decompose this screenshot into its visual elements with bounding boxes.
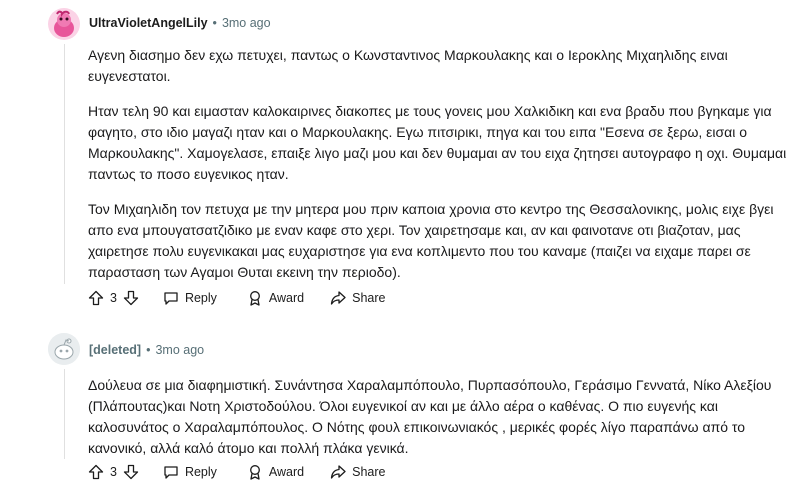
comment-author[interactable]: UltraVioletAngelLily [89, 16, 208, 30]
reply-button[interactable]: Reply [155, 284, 225, 312]
share-label: Share [352, 465, 386, 479]
user-avatar[interactable] [48, 333, 80, 365]
upvote-icon[interactable] [88, 290, 104, 306]
comment-actions: 3 Reply Award Share [84, 284, 394, 312]
award-label: Award [268, 291, 305, 305]
comment-body: Αγενη διασημο δεν εχω πετυχει, παντως ο … [88, 45, 793, 297]
comment-timestamp[interactable]: 3mo ago [222, 16, 271, 30]
speech-bubble-icon [164, 466, 178, 479]
comment-timestamp[interactable]: 3mo ago [155, 343, 204, 357]
downvote-icon[interactable] [123, 290, 139, 306]
pink-snoo-avatar-icon [48, 8, 80, 40]
deleted-user-avatar-icon [48, 333, 80, 365]
reply-label: Reply [184, 291, 217, 305]
comment-paragraph: Δούλευα σε μια διαφημιστική. Συνάντησα Χ… [88, 377, 772, 456]
downvote-icon[interactable] [123, 464, 139, 480]
comment-paragraph: Τον Μιχαηλιδη τον πετυχα με την μητερα μ… [88, 201, 774, 280]
award-medal-icon [249, 291, 260, 306]
award-medal-icon [249, 465, 260, 480]
share-button[interactable]: Share [322, 458, 393, 486]
share-button[interactable]: Share [322, 284, 393, 312]
user-avatar[interactable] [48, 8, 80, 40]
award-button[interactable]: Award [239, 458, 312, 486]
comment-paragraph: Ηταν τελη 90 και ειμασταν καλοκαιρινες δ… [88, 103, 787, 182]
award-button[interactable]: Award [239, 284, 312, 312]
comment-paragraph: Αγενη διασημο δεν εχω πετυχει, παντως ο … [88, 47, 728, 84]
upvote-icon[interactable] [88, 464, 104, 480]
vote-group: 3 [84, 290, 143, 306]
share-arrow-icon [330, 291, 346, 305]
speech-bubble-icon [164, 292, 178, 305]
share-label: Share [352, 291, 386, 305]
comment-author: [deleted] [89, 343, 142, 357]
award-label: Award [268, 465, 305, 479]
reply-button[interactable]: Reply [155, 458, 225, 486]
comment-actions: 3 Reply Award Share [84, 458, 394, 486]
vote-count: 3 [110, 465, 117, 479]
reply-label: Reply [184, 465, 217, 479]
vote-count: 3 [110, 291, 117, 305]
vote-group: 3 [84, 464, 143, 480]
share-arrow-icon [330, 465, 346, 479]
